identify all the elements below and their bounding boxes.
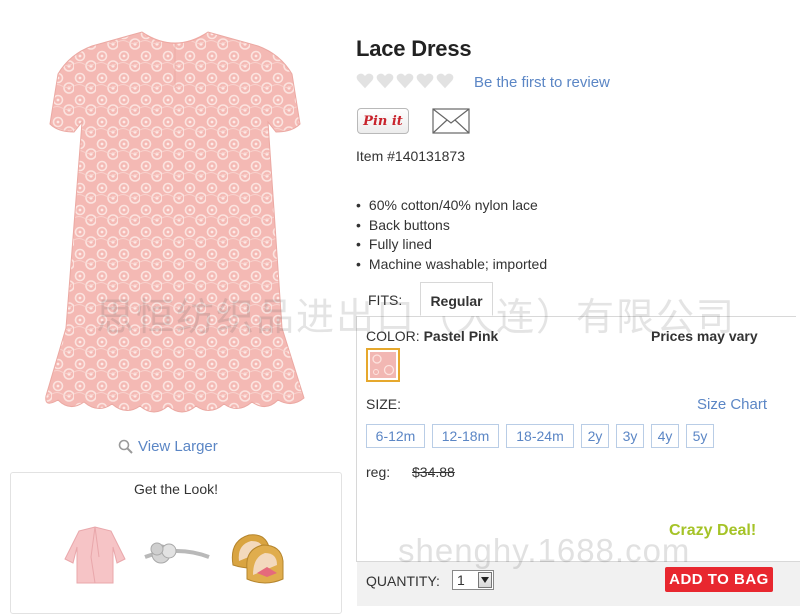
rating-hearts bbox=[356, 72, 454, 90]
size-option-18-24m[interactable]: 18-24m bbox=[506, 424, 574, 448]
size-option-12-18m[interactable]: 12-18m bbox=[432, 424, 499, 448]
pink-cardigan-thumbnail[interactable] bbox=[57, 517, 133, 593]
regular-price: $34.88 bbox=[412, 464, 455, 480]
quantity-select[interactable]: 1 bbox=[452, 570, 494, 590]
heart-icon bbox=[416, 73, 434, 89]
item-number: Item #140131873 bbox=[356, 148, 465, 164]
view-larger-label: View Larger bbox=[138, 438, 218, 455]
pin-it-button[interactable]: Pin it bbox=[357, 108, 409, 134]
size-chart-link[interactable]: Size Chart bbox=[697, 396, 767, 413]
chevron-down-icon[interactable] bbox=[478, 572, 492, 588]
product-image[interactable] bbox=[30, 28, 320, 428]
add-to-bag-button[interactable]: ADD TO BAG bbox=[665, 567, 773, 592]
feature-item: Back buttons bbox=[356, 216, 547, 236]
feature-list: 60% cotton/40% nylon lace Back buttons F… bbox=[356, 196, 547, 274]
gold-flats-thumbnail[interactable] bbox=[219, 517, 295, 593]
swatch-pattern bbox=[370, 352, 396, 378]
size-option-6-12m[interactable]: 6-12m bbox=[366, 424, 425, 448]
get-the-look-box: Get the Look! bbox=[10, 472, 342, 614]
heart-icon bbox=[376, 73, 394, 89]
size-options: 6-12m 12-18m 18-24m 2y 3y 4y 5y bbox=[366, 424, 714, 448]
magnifier-icon bbox=[118, 439, 133, 454]
size-option-5y[interactable]: 5y bbox=[686, 424, 714, 448]
fit-tab-regular[interactable]: Regular bbox=[420, 282, 493, 316]
feature-item: 60% cotton/40% nylon lace bbox=[356, 196, 547, 216]
feature-item: Fully lined bbox=[356, 235, 547, 255]
product-title: Lace Dress bbox=[356, 36, 472, 61]
email-icon[interactable] bbox=[432, 108, 470, 134]
site-watermark: shenghy.1688.com bbox=[398, 532, 691, 569]
size-option-3y[interactable]: 3y bbox=[616, 424, 644, 448]
company-watermark: 思恒纺织品进出口（大连）有限公司 bbox=[96, 297, 737, 339]
quantity-label: QUANTITY: bbox=[366, 573, 440, 589]
pin-it-label: Pin it bbox=[363, 113, 403, 129]
size-label: SIZE: bbox=[366, 396, 402, 412]
view-larger-link[interactable]: View Larger bbox=[118, 438, 218, 455]
color-swatch-pastel-pink[interactable] bbox=[366, 348, 400, 382]
heart-icon bbox=[396, 73, 414, 89]
size-option-4y[interactable]: 4y bbox=[651, 424, 679, 448]
regular-price-label: reg: bbox=[366, 464, 391, 480]
heart-icon bbox=[436, 73, 454, 89]
review-link[interactable]: Be the first to review bbox=[474, 74, 610, 91]
heart-icon bbox=[356, 73, 374, 89]
feature-item: Machine washable; imported bbox=[356, 255, 547, 275]
quantity-value: 1 bbox=[457, 572, 465, 588]
size-option-2y[interactable]: 2y bbox=[581, 424, 609, 448]
get-the-look-title: Get the Look! bbox=[133, 481, 219, 497]
silver-headband-thumbnail[interactable] bbox=[139, 517, 215, 593]
